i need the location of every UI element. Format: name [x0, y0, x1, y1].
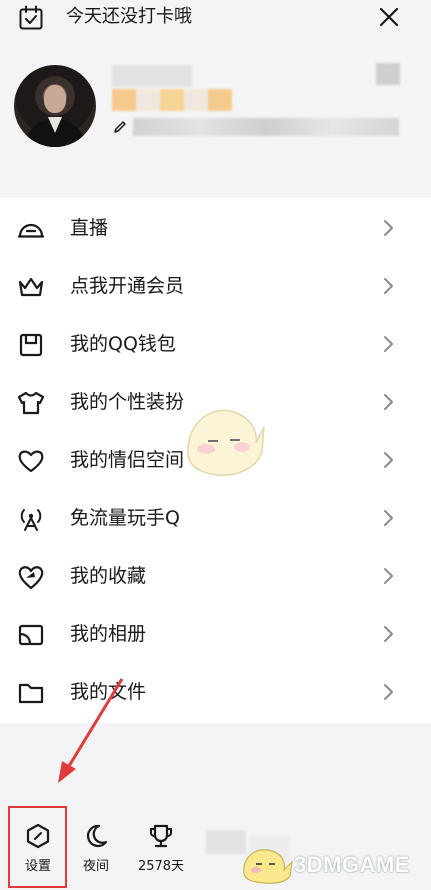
moon-icon	[86, 824, 108, 847]
favorite-icon	[18, 566, 44, 590]
chevron-right-icon	[384, 452, 393, 468]
menu-item-wallet[interactable]: 我的QQ钱包	[0, 315, 431, 373]
watermark-text: 3DMGAME	[294, 852, 410, 877]
chevron-right-icon	[384, 278, 393, 294]
menu-item-live[interactable]: 直播	[0, 199, 431, 257]
settings-label: 设置	[24, 859, 51, 874]
trophy-icon	[150, 824, 172, 848]
menu-item-vip[interactable]: 点我开通会员	[0, 257, 431, 315]
chevron-right-icon	[384, 684, 393, 700]
calendar-check-icon[interactable]	[18, 5, 44, 31]
chevron-right-icon	[384, 626, 393, 642]
nickname-blurred	[112, 65, 192, 87]
live-icon	[17, 223, 45, 238]
heart-icon	[18, 450, 44, 473]
login-days-label: 2578天	[137, 859, 185, 874]
night-mode-button[interactable]: 夜间	[66, 822, 126, 876]
menu-item-label: 点我开通会员	[70, 275, 185, 297]
settings-hexagon-icon	[26, 823, 50, 849]
profile-header[interactable]	[0, 55, 431, 155]
menu-item-favorites[interactable]: 我的收藏	[0, 547, 431, 605]
menu-item-free-data[interactable]: 免流量玩手Q	[0, 489, 431, 547]
menu-item-label: 我的相册	[70, 623, 147, 645]
menu-item-album[interactable]: 我的相册	[0, 605, 431, 663]
signature-blurred[interactable]	[133, 118, 399, 136]
mascot-watermark-icon	[187, 409, 265, 476]
avatar[interactable]	[14, 65, 96, 147]
night-mode-label: 夜间	[82, 859, 109, 874]
chevron-right-icon	[384, 568, 393, 584]
chevron-right-icon	[384, 510, 393, 526]
tshirt-icon	[17, 391, 45, 415]
wallet-icon	[19, 333, 43, 357]
close-icon	[379, 7, 399, 27]
qr-blurred[interactable]	[376, 63, 400, 85]
login-days-button[interactable]: 2578天	[131, 822, 191, 876]
menu-item-label: 我的收藏	[70, 565, 147, 587]
menu-item-label: 我的个性装扮	[70, 391, 185, 413]
site-watermark: 3DMGAME	[238, 840, 428, 884]
menu-item-label: 直播	[70, 217, 109, 239]
chick-logo-icon	[243, 849, 293, 884]
chevron-right-icon	[384, 220, 393, 236]
top-bar: 今天还没打卡哦	[0, 0, 431, 36]
menu-item-label: 免流量玩手Q	[70, 507, 180, 529]
antenna-icon	[20, 509, 42, 531]
menu-item-label: 我的情侣空间	[70, 449, 185, 471]
menu-item-label: 我的QQ钱包	[70, 333, 176, 355]
pencil-icon[interactable]	[113, 120, 127, 134]
settings-button[interactable]: 设置	[8, 822, 68, 876]
badges-blurred	[112, 89, 232, 111]
chevron-right-icon	[384, 394, 393, 410]
annotation-arrow-icon	[58, 678, 124, 783]
album-icon	[18, 624, 44, 646]
folder-icon	[18, 683, 44, 704]
checkin-status-text[interactable]: 今天还没打卡哦	[66, 5, 192, 29]
close-button[interactable]	[374, 3, 404, 31]
crown-icon	[18, 277, 44, 297]
chevron-right-icon	[384, 336, 393, 352]
